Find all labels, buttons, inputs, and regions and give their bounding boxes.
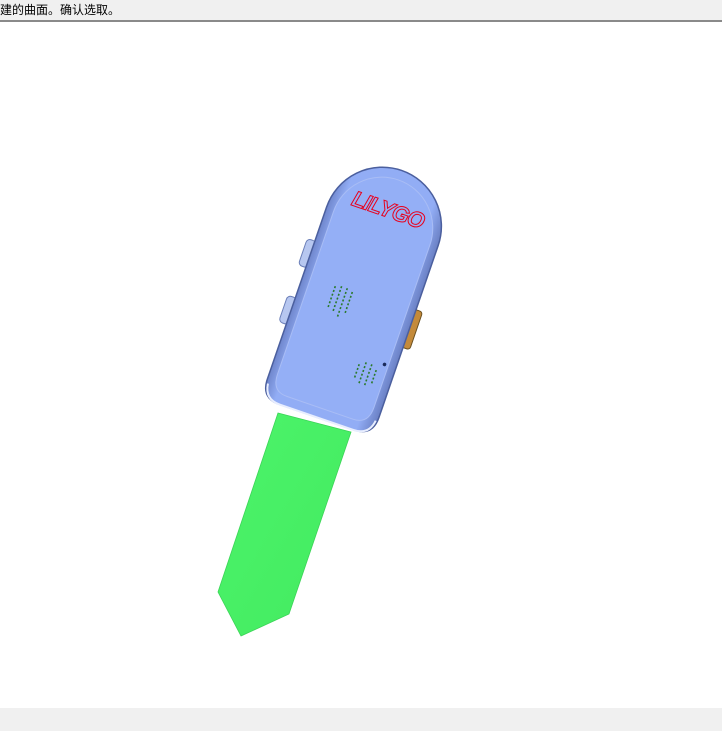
graphics-viewport[interactable]: LILYGO	[0, 22, 722, 708]
prompt-message: 建的曲面。确认选取。	[0, 3, 121, 17]
cad-window: 建的曲面。确认选取。 LILYGO	[0, 0, 722, 731]
prompt-bar: 建的曲面。确认选取。	[0, 0, 722, 22]
sensor-body[interactable]: LILYGO	[253, 149, 464, 439]
status-bar	[0, 708, 722, 731]
probe-paddle-surface[interactable]	[217, 412, 352, 637]
probe-paddle[interactable]	[217, 412, 352, 637]
model-canvas[interactable]: LILYGO	[0, 22, 722, 708]
